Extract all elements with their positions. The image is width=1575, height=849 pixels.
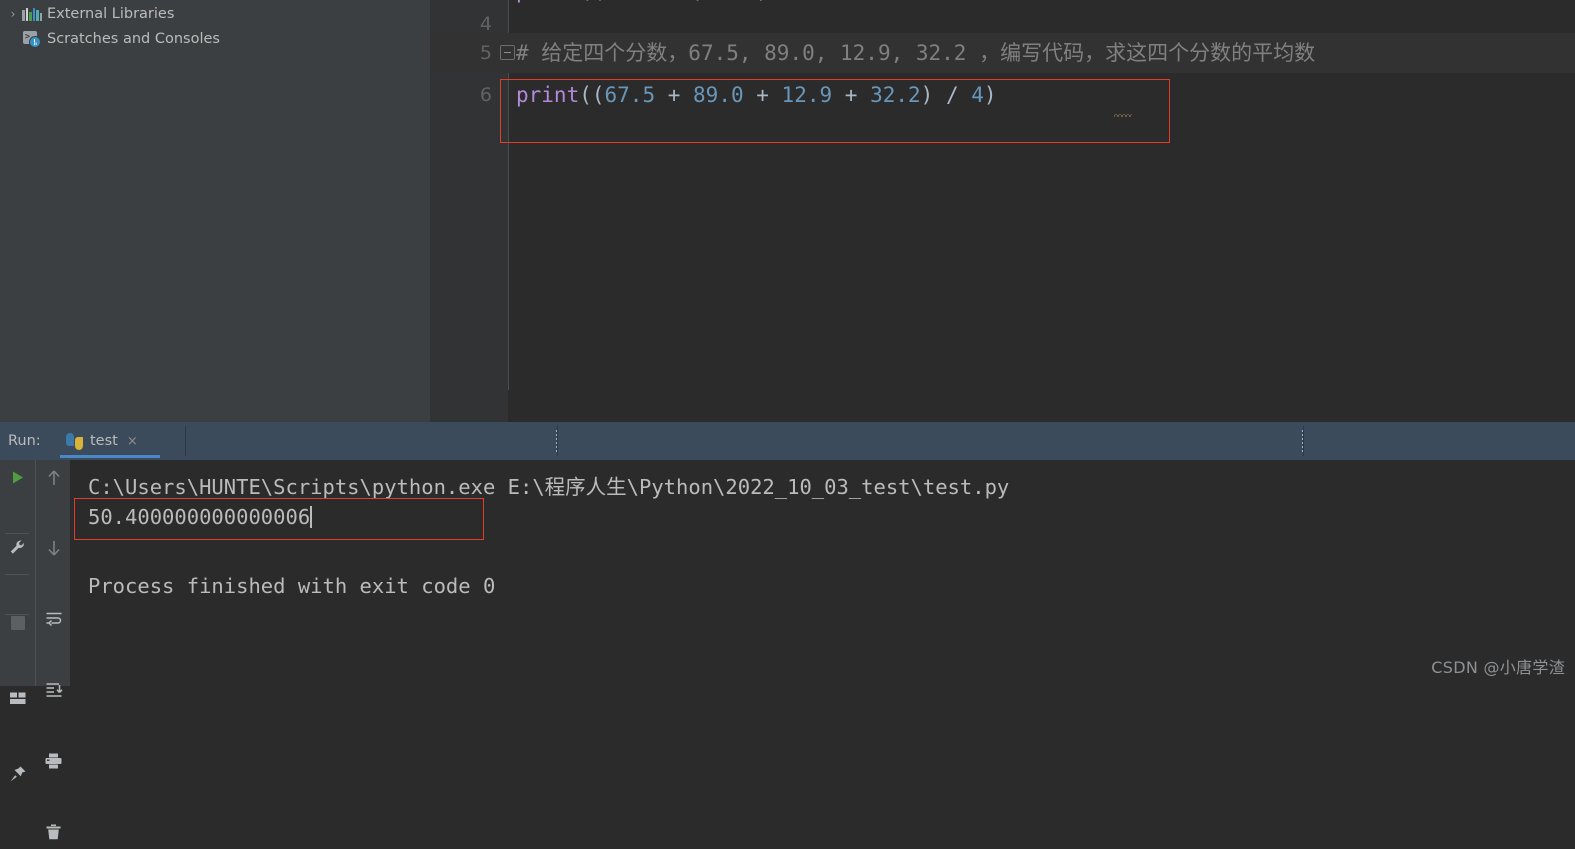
wrench-icon: [10, 540, 24, 554]
stop-button[interactable]: [0, 605, 35, 640]
run-tool-window: Run: test × C:\Users\HUNTE\Scripts\pytho…: [0, 422, 1575, 839]
rerun-button[interactable]: [0, 460, 35, 495]
python-icon: [66, 432, 83, 450]
comment-part1: 给定四个分数，: [541, 41, 689, 65]
main-editor-area: › External Libraries Scratches and Conso…: [0, 0, 1575, 422]
line-number: 5: [479, 42, 492, 64]
comment-hash: #: [516, 41, 542, 65]
console-exit-line: Process finished with exit code 0: [88, 574, 496, 598]
token-print: print: [516, 83, 580, 107]
console-scrollbar[interactable]: [1562, 460, 1575, 686]
comment-numbers: 67.5, 89.0, 12.9, 32.2: [688, 41, 980, 65]
code-line-6[interactable]: 6 print((67.5 + 89.0 + 12.9 + 32.2) / 4): [430, 75, 1575, 115]
clear-all-button[interactable]: [36, 814, 71, 849]
edit-configurations-button[interactable]: [0, 530, 35, 565]
layout-button[interactable]: [0, 681, 35, 716]
scroll-to-end-button[interactable]: [36, 672, 71, 707]
arrow-up-icon: [47, 469, 60, 485]
header-divider-3: [1303, 426, 1304, 456]
project-tool-window[interactable]: › External Libraries Scratches and Conso…: [0, 0, 430, 422]
scratches-icon: >_: [22, 30, 42, 48]
token-num-1: 67.5: [604, 83, 656, 107]
token-num-3: 12.9: [781, 83, 833, 107]
tree-item-label: Scratches and Consoles: [47, 31, 220, 47]
layout-icon: [9, 692, 25, 704]
console-output-value-wrap: 50.400000000000006: [88, 505, 313, 529]
code-line-5-text: # 给定四个分数，67.5, 89.0, 12.9, 32.2 ，编写代码，求这…: [516, 33, 1315, 73]
up-the-stack-trace-button[interactable]: [36, 460, 71, 495]
pin-tab-button[interactable]: [0, 756, 35, 791]
console-command-line: C:\Users\HUNTE\Scripts\python.exe E:\程序人…: [88, 475, 1010, 499]
header-divider-1: [185, 426, 186, 456]
soft-wrap-icon: [46, 612, 61, 626]
console-caret: [310, 506, 313, 528]
close-icon[interactable]: ×: [127, 435, 138, 448]
toolbar-separator-1: [5, 533, 29, 534]
trash-icon: [46, 824, 61, 839]
code-editor[interactable]: print((3.0 + 2) / 2) 4 5 # 给定四个分数，67.5, …: [430, 0, 1575, 422]
run-console-output[interactable]: C:\Users\HUNTE\Scripts\python.exe E:\程序人…: [70, 460, 1575, 686]
token-close-paren-1: ): [920, 83, 934, 107]
token-num-2: 89.0: [693, 83, 744, 107]
run-toolbar-left-column: [0, 460, 35, 781]
watermark-text: CSDN @小唐学渣: [1431, 658, 1565, 677]
run-tool-window-header: Run: test ×: [0, 422, 1575, 460]
console-output-value: 50.400000000000006: [88, 505, 311, 529]
comment-part2: ，编写代码，求这四个分数的平均数: [979, 41, 1316, 65]
token-open-parens: ((: [579, 83, 605, 107]
run-toolbar-right-column: [35, 460, 71, 839]
pin-icon: [10, 766, 25, 781]
run-toolbar: [0, 460, 71, 839]
tree-item-scratches-and-consoles[interactable]: >_ Scratches and Consoles: [0, 27, 430, 51]
header-divider-2: [557, 426, 558, 456]
scroll-to-end-icon: [46, 682, 63, 697]
tree-item-label: External Libraries: [47, 6, 175, 22]
soft-wrap-button[interactable]: [36, 601, 71, 636]
down-the-stack-trace-button[interactable]: [36, 530, 71, 565]
token-op-1: +: [655, 83, 694, 107]
token-op-2: +: [743, 83, 782, 107]
token-divide: /: [933, 83, 972, 107]
active-tab-indicator: [60, 455, 160, 458]
token-num-4: 32.2: [870, 83, 921, 107]
printer-icon: [45, 753, 62, 768]
token-close-paren-2: ): [983, 83, 997, 107]
play-icon: [13, 471, 23, 484]
print-button[interactable]: [36, 743, 71, 778]
code-fold-collapse-icon[interactable]: [500, 45, 515, 60]
tree-item-external-libraries[interactable]: › External Libraries: [0, 2, 430, 26]
pycharm-window: › External Libraries Scratches and Conso…: [0, 0, 1575, 839]
arrow-down-icon: [47, 540, 60, 556]
toolbar-separator-3: [5, 614, 29, 615]
toolbar-separator-2: [5, 574, 29, 575]
library-bars-icon: [22, 5, 42, 23]
chevron-right-icon[interactable]: ›: [4, 7, 22, 21]
run-label: Run:: [8, 433, 41, 449]
token-op-3: +: [832, 83, 871, 107]
line-number: 6: [479, 84, 492, 106]
code-line-6-text: print((67.5 + 89.0 + 12.9 + 32.2) / 4): [516, 75, 997, 115]
code-line-5[interactable]: 5 # 给定四个分数，67.5, 89.0, 12.9, 32.2 ，编写代码，…: [430, 33, 1575, 73]
run-tab-label: test: [90, 433, 118, 449]
stop-square-icon: [10, 615, 25, 630]
token-num-5: 4: [971, 83, 984, 107]
warning-squiggle: [1114, 113, 1132, 117]
